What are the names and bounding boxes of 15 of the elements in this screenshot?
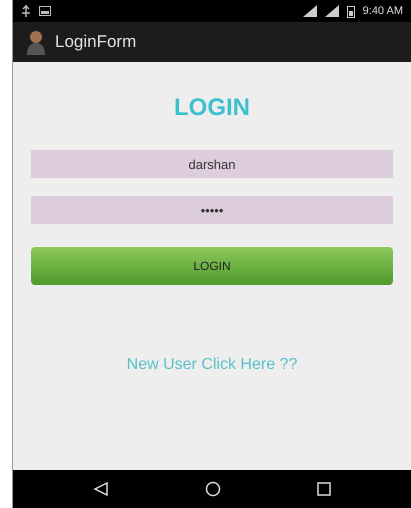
back-icon[interactable] [93, 482, 109, 496]
signal-icon [324, 5, 339, 17]
app-title: LoginForm [55, 31, 136, 54]
home-icon[interactable] [205, 481, 221, 497]
image-icon [39, 6, 51, 16]
recents-icon[interactable] [317, 482, 331, 496]
usb-icon [21, 4, 31, 18]
battery-icon [346, 4, 355, 18]
signal-icon [302, 5, 317, 17]
login-button[interactable]: LOGIN [31, 247, 393, 285]
app-icon [25, 29, 47, 55]
login-heading: LOGIN [174, 93, 250, 123]
password-field[interactable]: ••••• [31, 196, 393, 224]
status-time: 9:40 AM [362, 4, 403, 19]
username-field[interactable]: darshan [31, 150, 393, 178]
